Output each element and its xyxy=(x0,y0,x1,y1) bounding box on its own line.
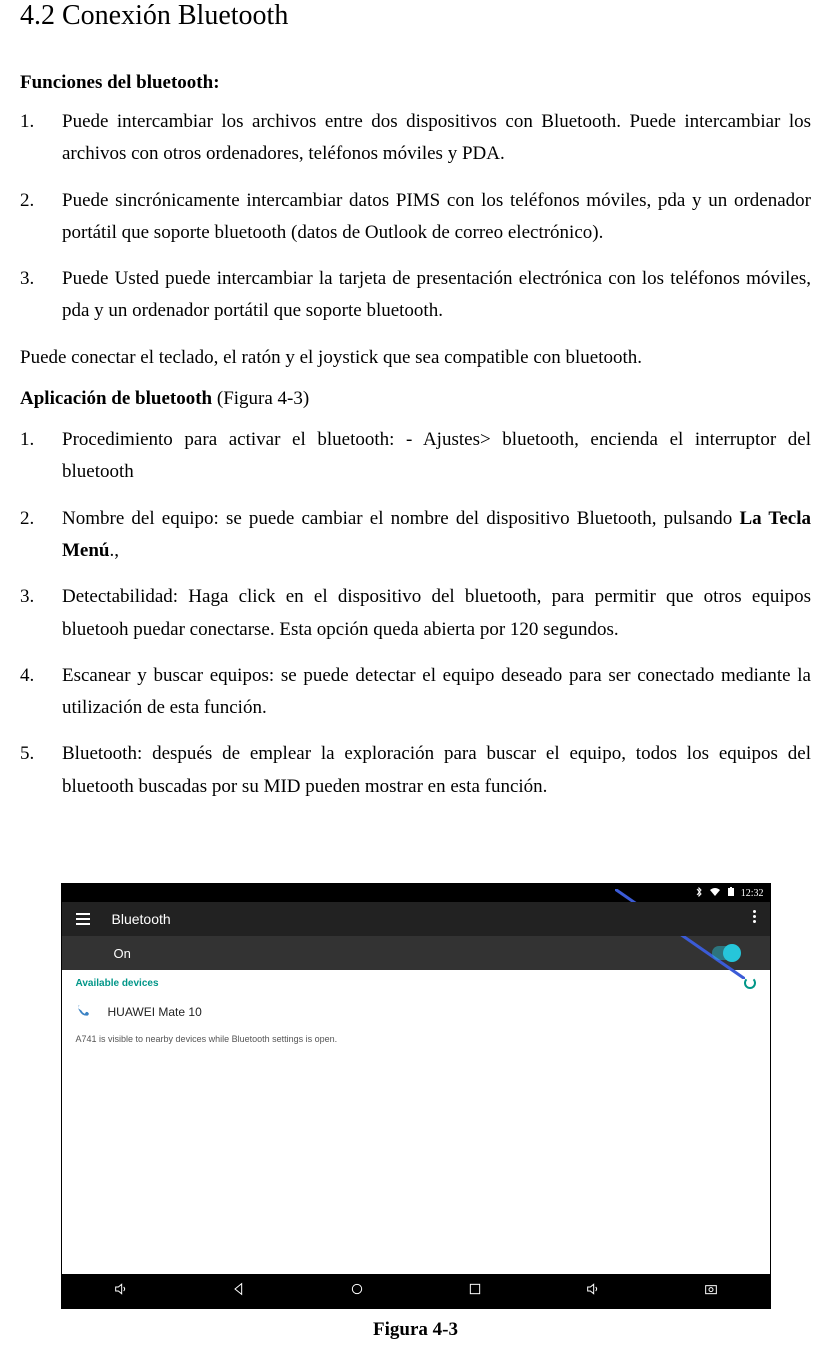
list-item: 3.Detectabilidad: Haga click en el dispo… xyxy=(20,581,811,646)
screenshot-icon[interactable] xyxy=(703,1281,719,1302)
volume-up-icon[interactable] xyxy=(585,1281,601,1302)
phone-icon xyxy=(76,1004,90,1021)
device-name: HUAWEI Mate 10 xyxy=(108,1005,202,1019)
list-text: Detectabilidad: Haga click en el disposi… xyxy=(62,586,811,639)
visibility-note: A741 is visible to nearby devices while … xyxy=(62,1028,770,1054)
on-label: On xyxy=(114,946,131,961)
back-icon[interactable] xyxy=(231,1281,247,1302)
list-text: Puede sincrónicamente intercambiar datos… xyxy=(62,190,811,243)
overflow-icon[interactable] xyxy=(753,910,756,923)
list-text: Puede intercambiar los archivos entre do… xyxy=(62,111,811,164)
app-heading-bold: Aplicación de bluetooth xyxy=(20,388,212,409)
device-row[interactable]: HUAWEI Mate 10 xyxy=(62,996,770,1028)
home-icon[interactable] xyxy=(349,1281,365,1302)
list-text: Bluetooth: después de emplear la explora… xyxy=(62,743,811,796)
list-item: 1.Puede intercambiar los archivos entre … xyxy=(20,106,811,171)
blank-area xyxy=(62,1054,770,1274)
annotation-area: Programa de aplicación 12:32 xyxy=(20,883,811,1309)
list-text-tail: ., xyxy=(110,540,120,561)
list-text: Escanear y buscar equipos: se puede dete… xyxy=(62,665,811,718)
recents-icon[interactable] xyxy=(467,1281,483,1302)
annotation-label: Programa de aplicación xyxy=(420,883,590,904)
figure-caption: Figura 4-3 xyxy=(20,1319,811,1341)
functions-extra: Puede conectar el teclado, el ratón y el… xyxy=(20,342,811,374)
list-text: Nombre del equipo: se puede cambiar el n… xyxy=(62,508,739,529)
available-label: Available devices xyxy=(76,978,159,989)
app-heading: Aplicación de bluetooth (Figura 4-3) xyxy=(20,388,811,410)
list-text: Puede Usted puede intercambiar la tarjet… xyxy=(62,268,811,321)
spinner-icon xyxy=(744,977,756,989)
list-item: 1.Procedimiento para activar el bluetoot… xyxy=(20,424,811,489)
section-title: 4.2 Conexión Bluetooth xyxy=(20,0,811,32)
list-item: 5.Bluetooth: después de emplear la explo… xyxy=(20,738,811,803)
list-text: Procedimiento para activar el bluetooth:… xyxy=(62,429,811,482)
list-item: 4.Escanear y buscar equipos: se puede de… xyxy=(20,660,811,725)
app-bar: Bluetooth xyxy=(62,902,770,936)
functions-list: 1.Puede intercambiar los archivos entre … xyxy=(20,106,811,328)
functions-heading: Funciones del bluetooth: xyxy=(20,72,811,94)
nav-bar xyxy=(62,1274,770,1308)
list-item: 2.Puede sincrónicamente intercambiar dat… xyxy=(20,185,811,250)
app-list: 1.Procedimiento para activar el bluetoot… xyxy=(20,424,811,803)
hamburger-icon[interactable] xyxy=(76,913,90,925)
list-item: 2.Nombre del equipo: se puede cambiar el… xyxy=(20,503,811,568)
list-item: 3.Puede Usted puede intercambiar la tarj… xyxy=(20,263,811,328)
toggle-switch[interactable] xyxy=(712,946,740,960)
app-bar-title: Bluetooth xyxy=(112,911,171,927)
app-heading-rest: (Figura 4-3) xyxy=(212,388,309,409)
volume-down-icon[interactable] xyxy=(113,1281,129,1302)
